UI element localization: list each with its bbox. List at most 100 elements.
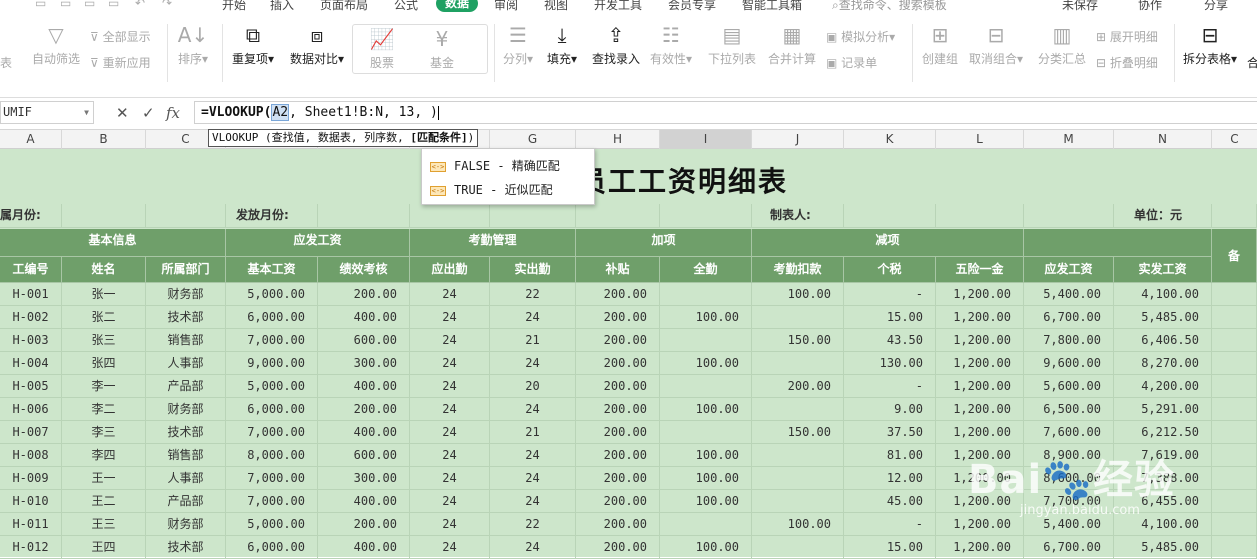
table-cell[interactable]: 24 xyxy=(490,536,576,559)
table-cell[interactable]: 王二 xyxy=(62,490,146,513)
column-header-o[interactable]: C xyxy=(1212,130,1257,149)
table-cell[interactable]: 200.00 xyxy=(576,398,660,421)
validity-button[interactable]: ☷ 有效性▾ xyxy=(650,24,692,67)
tab-developer[interactable]: 开发工具 xyxy=(594,0,642,13)
table-cell[interactable]: 6,000.00 xyxy=(226,306,318,329)
table-cell[interactable]: 45.00 xyxy=(844,490,936,513)
table-cell[interactable]: 15.00 xyxy=(844,536,936,559)
table-cell[interactable]: 24 xyxy=(490,398,576,421)
cell[interactable] xyxy=(410,204,490,228)
table-cell[interactable]: 200.00 xyxy=(576,490,660,513)
table-cell[interactable] xyxy=(1212,444,1257,467)
confirm-icon[interactable]: ✓ xyxy=(142,104,155,122)
table-cell[interactable]: 81.00 xyxy=(844,444,936,467)
table-cell[interactable]: 5,291.00 xyxy=(1114,398,1212,421)
collaborate-button[interactable]: 协作 xyxy=(1138,0,1162,13)
data-compare-button[interactable]: ⧈ 数据对比▾ xyxy=(286,24,348,67)
subtotal-button[interactable]: ▥ 分类汇总 xyxy=(1036,24,1088,67)
tab-member[interactable]: 会员专享 xyxy=(668,0,716,13)
ungroup-button[interactable]: ⊟ 取消组合▾ xyxy=(968,24,1024,67)
sheet-title[interactable]: 员工工资明细表 xyxy=(578,160,788,200)
table-cell[interactable] xyxy=(1212,375,1257,398)
column-header-k[interactable]: K xyxy=(844,130,936,149)
autocomplete-item-true[interactable]: <-> TRUE - 近似匹配 xyxy=(422,178,594,202)
table-cell[interactable]: 130.00 xyxy=(844,352,936,375)
table-cell[interactable]: 5,400.00 xyxy=(1024,283,1114,306)
create-group-button[interactable]: ⊞ 创建组 xyxy=(918,24,962,67)
table-cell[interactable] xyxy=(1212,352,1257,375)
table-cell[interactable]: 400.00 xyxy=(318,536,410,559)
table-cell[interactable]: 王三 xyxy=(62,513,146,536)
undo-icon[interactable]: ↶ xyxy=(135,0,145,10)
column-header-a[interactable]: A xyxy=(0,130,62,149)
column-header-b[interactable]: B xyxy=(62,130,146,149)
dropdown-list-button[interactable]: ▤ 下拉列表 xyxy=(706,24,758,67)
split-table-button[interactable]: ⊟ 拆分表格▾ xyxy=(1180,24,1240,67)
table-cell[interactable]: 300.00 xyxy=(318,352,410,375)
table-cell[interactable]: H-005 xyxy=(0,375,62,398)
cell[interactable] xyxy=(936,204,1024,228)
table-cell[interactable]: 200.00 xyxy=(318,398,410,421)
table-cell[interactable]: 1,200.00 xyxy=(936,375,1024,398)
table-cell[interactable]: 150.00 xyxy=(752,421,844,444)
table-cell[interactable]: 7,800.00 xyxy=(1024,329,1114,352)
table-cell[interactable]: 李二 xyxy=(62,398,146,421)
tab-home[interactable]: 开始 xyxy=(222,0,246,13)
merge-calc-button[interactable]: ▦ 合并计算 xyxy=(766,24,818,67)
table-cell[interactable] xyxy=(752,536,844,559)
table-cell[interactable]: 200.00 xyxy=(576,329,660,352)
table-cell[interactable] xyxy=(752,398,844,421)
table-cell[interactable]: 1,200.00 xyxy=(936,536,1024,559)
table-cell[interactable] xyxy=(752,444,844,467)
table-cell[interactable]: 产品部 xyxy=(146,375,226,398)
table-cell[interactable]: 100.00 xyxy=(660,467,752,490)
table-cell[interactable]: 李一 xyxy=(62,375,146,398)
table-cell[interactable]: 100.00 xyxy=(660,444,752,467)
table-cell[interactable]: 200.00 xyxy=(318,513,410,536)
command-search[interactable]: ⌕查找命令、搜索模板 xyxy=(832,0,947,13)
table-cell[interactable] xyxy=(752,352,844,375)
cell[interactable] xyxy=(490,204,576,228)
table-cell[interactable]: 4,200.00 xyxy=(1114,375,1212,398)
table-cell[interactable] xyxy=(1212,421,1257,444)
table-cell[interactable]: 销售部 xyxy=(146,444,226,467)
sort-button[interactable]: A↓ 排序▾ xyxy=(172,24,214,67)
table-cell[interactable]: 李三 xyxy=(62,421,146,444)
table-cell[interactable]: 200.00 xyxy=(576,421,660,444)
tab-view[interactable]: 视图 xyxy=(544,0,568,13)
table-cell[interactable]: 人事部 xyxy=(146,352,226,375)
table-cell[interactable]: 24 xyxy=(410,444,490,467)
cell[interactable] xyxy=(660,204,752,228)
table-cell[interactable] xyxy=(1212,490,1257,513)
table-cell[interactable]: 产品部 xyxy=(146,490,226,513)
column-header-m[interactable]: M xyxy=(1024,130,1114,149)
table-cell[interactable]: 1,200.00 xyxy=(936,329,1024,352)
table-cell[interactable]: 24 xyxy=(410,352,490,375)
table-cell[interactable]: 100.00 xyxy=(660,352,752,375)
table-cell[interactable]: 200.00 xyxy=(576,306,660,329)
formula-input[interactable]: =VLOOKUP(A2, Sheet1!B:N, 13, ) xyxy=(194,101,1257,124)
unsaved-status[interactable]: 未保存 xyxy=(1062,0,1098,13)
table-cell[interactable] xyxy=(660,375,752,398)
table-cell[interactable]: 100.00 xyxy=(660,536,752,559)
table-cell[interactable]: 600.00 xyxy=(318,444,410,467)
table-cell[interactable]: H-002 xyxy=(0,306,62,329)
table-cell[interactable]: 5,000.00 xyxy=(226,513,318,536)
tab-page-layout[interactable]: 页面布局 xyxy=(320,0,368,13)
table-cell[interactable]: - xyxy=(844,513,936,536)
table-cell[interactable]: 7,000.00 xyxy=(226,421,318,444)
cell[interactable] xyxy=(146,204,226,228)
column-header-l[interactable]: L xyxy=(936,130,1024,149)
table-cell[interactable]: 200.00 xyxy=(576,536,660,559)
table-cell[interactable]: 24 xyxy=(410,306,490,329)
table-cell[interactable]: H-011 xyxy=(0,513,62,536)
table-cell[interactable]: 6,000.00 xyxy=(226,398,318,421)
table-cell[interactable] xyxy=(1212,329,1257,352)
table-cell[interactable]: 24 xyxy=(490,444,576,467)
table-cell[interactable]: 人事部 xyxy=(146,467,226,490)
column-header-j[interactable]: J xyxy=(752,130,844,149)
auto-filter-button[interactable]: ▽ 自动筛选 xyxy=(30,24,82,67)
table-cell[interactable]: 王一 xyxy=(62,467,146,490)
collapse-detail-button[interactable]: ⊟ 折叠明细 xyxy=(1096,54,1158,71)
table-cell[interactable]: 100.00 xyxy=(752,513,844,536)
